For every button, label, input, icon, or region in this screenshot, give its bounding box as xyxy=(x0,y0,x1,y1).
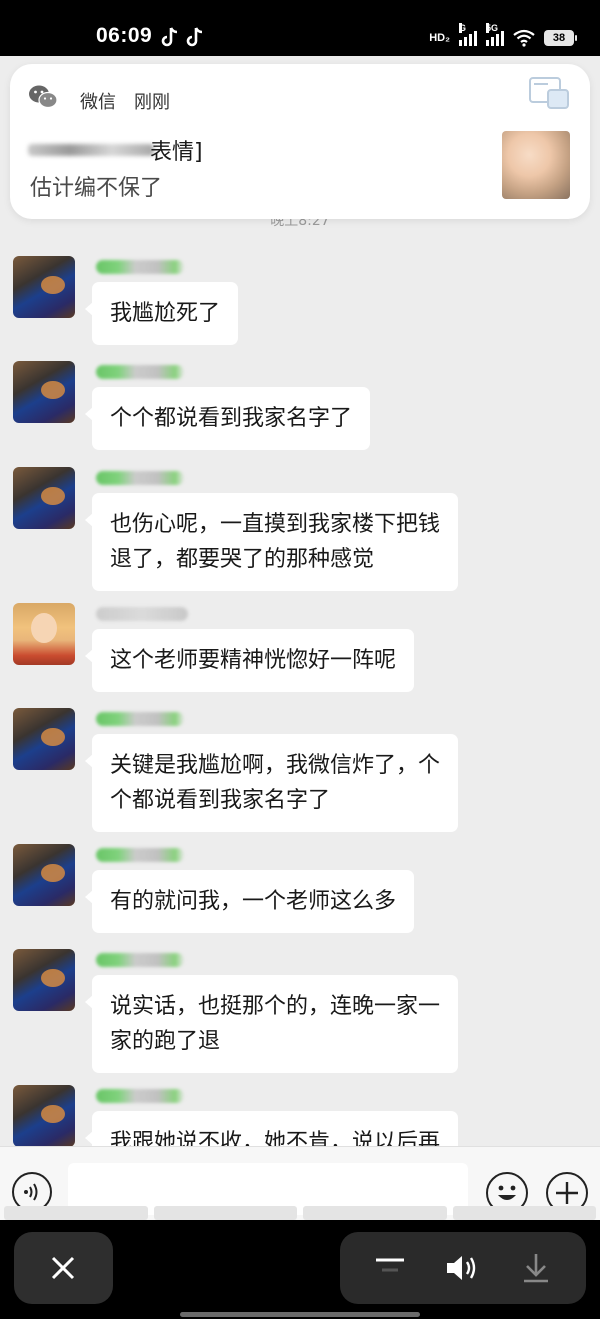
voice-icon xyxy=(24,1183,38,1201)
notification-thumbnail xyxy=(502,131,570,199)
sender-name-blurred xyxy=(96,607,188,621)
notification-title: 表情] xyxy=(150,140,203,165)
status-bar: 06:09 HD₂ G 5G 38 xyxy=(0,0,600,56)
message-bubble[interactable]: 我尴尬死了 xyxy=(84,282,239,345)
status-time: 06:09 xyxy=(96,24,153,47)
volume-icon[interactable] xyxy=(442,1250,482,1286)
message-bubble[interactable]: 个个都说看到我家名字了 xyxy=(84,387,371,450)
media-overlay-bar xyxy=(0,1220,600,1319)
minimize-icon[interactable] xyxy=(370,1250,410,1286)
sender-name-blurred xyxy=(96,365,184,379)
tiktok-icon xyxy=(186,27,203,47)
message-bubble[interactable]: 说实话，也挺那个的，连晚一家一 家的跑了退 xyxy=(84,975,459,1073)
signal-icon: G xyxy=(459,23,477,46)
status-icons: HD₂ G 5G 38 xyxy=(429,23,577,50)
avatar[interactable] xyxy=(13,256,75,318)
message-bubble[interactable]: 也伤心呢，一直摸到我家楼下把钱 退了，都要哭了的那种感觉 xyxy=(84,493,459,591)
sender-name-blurred xyxy=(96,1089,184,1103)
sender-name-blurred xyxy=(96,848,184,862)
message-bubble[interactable]: 这个老师要精神恍惚好一阵呢 xyxy=(84,629,415,692)
notification-app-name: 微信 xyxy=(80,92,116,113)
avatar[interactable] xyxy=(13,949,75,1011)
close-button[interactable] xyxy=(14,1232,113,1304)
avatar[interactable] xyxy=(13,1085,75,1146)
download-icon[interactable] xyxy=(516,1250,556,1286)
battery-icon: 38 xyxy=(544,30,577,46)
floating-window-icon[interactable] xyxy=(528,76,570,110)
message-bubble[interactable]: 我跟她说不收，她不肯，说以后再 xyxy=(84,1111,459,1146)
sender-name-blurred xyxy=(96,471,184,485)
avatar[interactable] xyxy=(13,361,75,423)
message-bubble[interactable]: 关键是我尴尬啊，我微信炸了，个 个都说看到我家名字了 xyxy=(84,734,459,832)
signal-icon: 5G xyxy=(486,23,504,46)
signal-label: 5G xyxy=(486,23,499,33)
wechat-notification[interactable]: 微信 刚刚 表情] 估计编不保了 xyxy=(10,64,590,219)
wifi-icon xyxy=(513,29,535,47)
sender-name-blurred xyxy=(96,712,184,726)
avatar[interactable] xyxy=(13,844,75,906)
hd-badge: HD₂ xyxy=(429,32,450,44)
avatar[interactable] xyxy=(13,708,75,770)
notification-body: 估计编不保了 xyxy=(30,176,163,201)
home-indicator[interactable] xyxy=(180,1312,420,1317)
chat-area[interactable]: 晚上8:27 我尴尬死了 个个都说看到我家名字了 也伤心呢，一直摸到我家楼下把钱… xyxy=(0,56,600,1146)
signal-label: G xyxy=(459,23,467,33)
message-bubble[interactable]: 有的就问我，一个老师这么多 xyxy=(84,870,415,933)
sender-name-blurred xyxy=(96,260,184,274)
avatar[interactable] xyxy=(13,467,75,529)
wechat-icon xyxy=(29,85,58,109)
notification-time: 刚刚 xyxy=(134,92,170,113)
redacted-sender xyxy=(28,144,154,156)
media-controls xyxy=(340,1232,586,1304)
tiktok-icon xyxy=(161,27,178,47)
sender-name-blurred xyxy=(96,953,184,967)
keyboard-hint-strip xyxy=(0,1206,600,1220)
close-icon xyxy=(51,1256,75,1280)
avatar[interactable] xyxy=(13,603,75,665)
